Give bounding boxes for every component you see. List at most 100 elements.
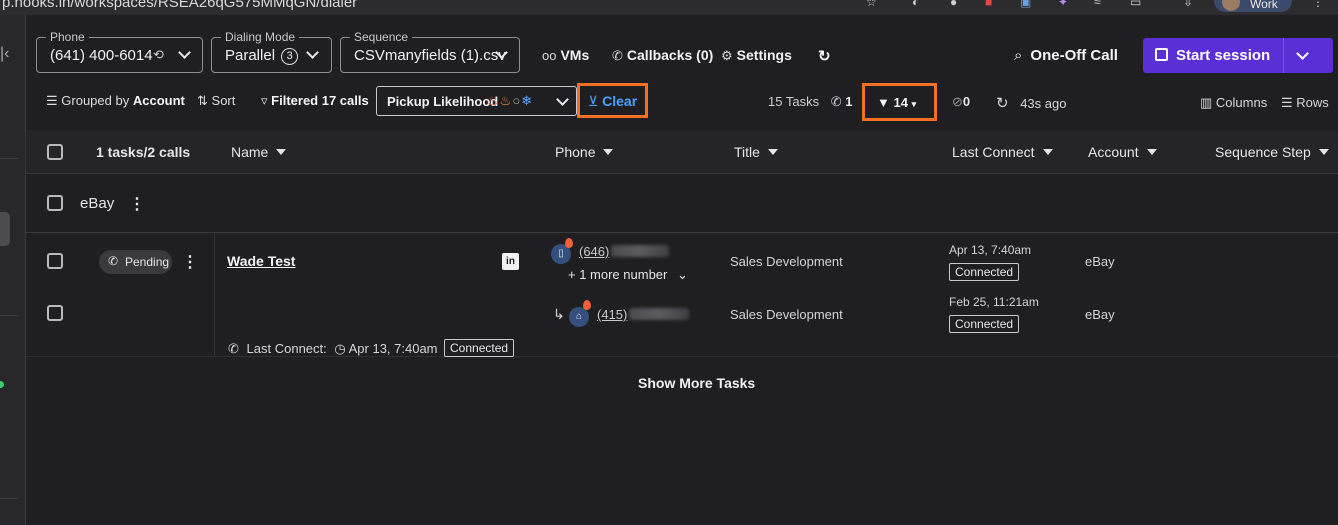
- settings-button[interactable]: ⚙ Settings: [721, 47, 792, 64]
- dialing-mode-select[interactable]: Dialing Mode Parallel 3: [211, 30, 332, 73]
- browser-url-text[interactable]: p.hooks.in/workspaces/RSEA26qG575MMqGN/d…: [2, 0, 357, 11]
- active-filter-count-button[interactable]: ▼ 14 ▾: [862, 83, 937, 121]
- divider: [214, 233, 215, 357]
- callbacks-button[interactable]: ✆ Callbacks (0): [612, 47, 713, 64]
- group-label: eBay: [80, 195, 115, 212]
- contact-name-link[interactable]: Wade Test: [227, 253, 295, 269]
- more-numbers-toggle[interactable]: + 1 more number ⌄: [568, 267, 688, 283]
- extension-icon[interactable]: ≈: [1094, 0, 1101, 9]
- column-header-title[interactable]: Title: [734, 144, 778, 160]
- clear-label: ⊻ Clear: [588, 93, 638, 109]
- extension-icon[interactable]: ◐: [912, 0, 919, 9]
- phone-callback-icon: ✆: [228, 341, 239, 356]
- sliders-icon: ⚙: [721, 48, 733, 63]
- call-checkbox[interactable]: [47, 253, 63, 269]
- redacted-phone: [611, 245, 669, 257]
- more-menu-icon[interactable]: ⋮: [1312, 0, 1324, 9]
- refresh-icon: ↻: [996, 95, 1009, 112]
- group-row: [26, 175, 1338, 233]
- filter-button[interactable]: ▿ Filtered 17 calls: [261, 93, 369, 109]
- show-more-tasks-button[interactable]: Show More Tasks: [638, 375, 755, 391]
- selection-summary: 1 tasks/2 calls: [96, 144, 191, 160]
- divider: [0, 158, 18, 159]
- one-off-call-button[interactable]: ⌕ One-Off Call: [1014, 47, 1118, 64]
- column-header-sequence-step[interactable]: Sequence Step: [1215, 144, 1329, 160]
- filter-clear-icon: ⊻: [588, 93, 599, 109]
- sidebar-active-item[interactable]: [0, 212, 10, 246]
- flame-hot-icon: ♨: [487, 93, 500, 108]
- history-icon[interactable]: ↻: [818, 47, 831, 65]
- phone-select[interactable]: Phone (641) 400-6014 ⟲: [36, 30, 203, 73]
- browser-url-bar[interactable]: p.hooks.in/workspaces/RSEA26qG575MMqGN/d…: [0, 0, 1338, 15]
- caret-down-icon: [1318, 149, 1329, 155]
- divider: [0, 498, 18, 499]
- clear-filters-button[interactable]: ⊻ Clear: [577, 83, 648, 118]
- profile-chip[interactable]: Work: [1214, 0, 1292, 12]
- start-session-label: Start session: [1176, 47, 1271, 64]
- last-connect-time: Apr 13, 7:40am: [949, 243, 1032, 257]
- refresh-status[interactable]: ↻ 43s ago: [996, 94, 1066, 112]
- phone-number-link[interactable]: (415): [597, 307, 627, 322]
- column-header-phone[interactable]: Phone: [555, 144, 614, 160]
- columns-icon: ▥: [1200, 95, 1213, 110]
- hidden-count: ⊘0: [952, 94, 971, 109]
- home-phone-icon: ⌂: [569, 307, 589, 327]
- filter-count-label: ▼ 14 ▾: [877, 95, 917, 110]
- sort-icon: ⇅: [197, 93, 208, 108]
- divider: [0, 315, 18, 316]
- group-menu-icon[interactable]: ⋮: [129, 194, 145, 214]
- table-row: [26, 233, 1338, 357]
- extension-icon[interactable]: ■: [985, 0, 992, 9]
- chevron-down-icon: [178, 46, 191, 59]
- phone-number-link[interactable]: (646): [579, 244, 609, 259]
- voicemail-icon: oo: [542, 48, 557, 63]
- call-checkbox[interactable]: [47, 305, 63, 321]
- swap-icon: ⟲: [153, 47, 164, 62]
- dialing-mode-legend: Dialing Mode: [221, 30, 300, 44]
- chevron-down-icon: [556, 93, 569, 106]
- parallel-count-badge: 3: [281, 48, 299, 65]
- column-header-last-connect[interactable]: Last Connect: [952, 144, 1053, 160]
- group-by-button[interactable]: ☰ Grouped by Account: [46, 93, 185, 109]
- column-header-name[interactable]: Name: [231, 144, 287, 160]
- start-session-button[interactable]: Start session: [1143, 38, 1333, 73]
- sequence-select[interactable]: Sequence CSVmanyfields (1).csv: [340, 30, 520, 73]
- connected-badge: Connected: [949, 263, 1020, 281]
- columns-button[interactable]: ▥ Columns: [1200, 95, 1267, 111]
- pickup-likelihood-select[interactable]: Pickup Likelihood ♨♨○❄: [376, 86, 577, 116]
- caret-down-icon: [1146, 149, 1157, 155]
- caret-down-icon: [767, 149, 778, 155]
- bookmark-star-icon[interactable]: ☆: [866, 0, 877, 9]
- connected-badge: Connected: [949, 315, 1020, 333]
- extension-icon[interactable]: ▣: [1020, 0, 1031, 9]
- chevron-down-icon: ⌄: [676, 267, 688, 282]
- chevron-down-icon[interactable]: [1296, 47, 1309, 60]
- task-menu-icon[interactable]: ⋮: [182, 252, 198, 272]
- download-icon[interactable]: ⇩: [1183, 0, 1193, 9]
- rows-icon: ☰: [1281, 95, 1293, 110]
- caret-down-icon: [1042, 149, 1053, 155]
- task-summary: 15 Tasks ✆ 1: [768, 94, 853, 109]
- extension-icon[interactable]: ✦: [1058, 0, 1068, 9]
- profile-label: Work: [1250, 0, 1278, 11]
- vms-button[interactable]: oo VMs: [542, 47, 589, 63]
- select-all-checkbox[interactable]: [47, 144, 63, 160]
- linkedin-icon[interactable]: in: [502, 253, 519, 270]
- phone-icon: ✆: [108, 254, 119, 268]
- column-header-account[interactable]: Account: [1088, 144, 1157, 160]
- pickup-likelihood-label: Pickup Likelihood: [387, 94, 499, 109]
- sequence-value: CSVmanyfields (1).csv: [354, 47, 506, 64]
- sort-button[interactable]: ⇅ Sort: [197, 93, 235, 109]
- collapse-sidebar-icon[interactable]: |‹: [0, 45, 9, 63]
- extension-icon[interactable]: ▭: [1130, 0, 1141, 9]
- flame-icon: ♨: [499, 93, 513, 108]
- online-status-dot: [0, 381, 4, 388]
- flame-outline-icon: ○: [512, 93, 522, 108]
- phone-legend: Phone: [46, 30, 89, 44]
- phone-callback-icon: ✆: [612, 48, 623, 63]
- rows-button[interactable]: ☰ Rows: [1281, 95, 1329, 111]
- hidden-icon: ⊘: [952, 94, 963, 109]
- likelihood-icons: ♨♨○❄: [487, 93, 533, 109]
- extension-icon[interactable]: ●: [950, 0, 957, 9]
- group-checkbox[interactable]: [47, 195, 63, 211]
